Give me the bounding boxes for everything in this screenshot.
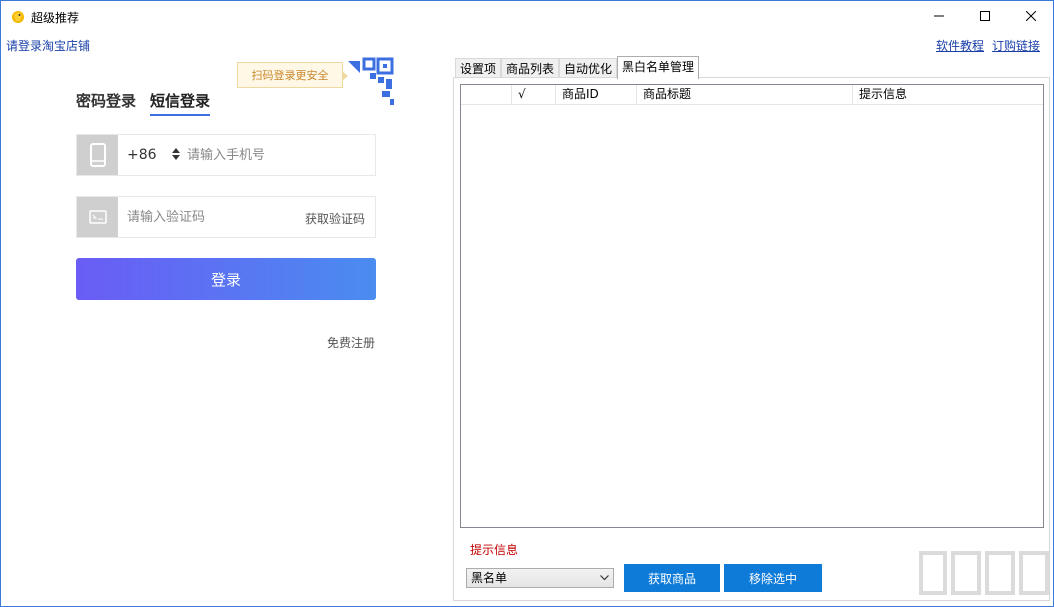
list-type-select[interactable]: 黑名单 [466, 568, 614, 588]
phone-input[interactable] [187, 144, 367, 166]
tab-blackwhite-list[interactable]: 黑白名单管理 [617, 56, 700, 79]
phone-icon [77, 135, 118, 175]
column-header-product-title[interactable]: 商品标题 [637, 85, 853, 105]
qr-code-icon[interactable] [344, 57, 396, 109]
login-hint-text: 请登录淘宝店铺 [6, 39, 91, 53]
product-table[interactable]: √ 商品ID 商品标题 提示信息 [460, 84, 1044, 528]
register-link[interactable]: 免费注册 [327, 334, 375, 351]
fetch-products-button[interactable]: 获取商品 [624, 564, 720, 592]
country-code-select[interactable]: +86 [127, 147, 157, 163]
watermark-logo-icon [919, 551, 1049, 595]
sms-code-input[interactable] [127, 206, 287, 228]
get-code-button[interactable]: 获取验证码 [305, 210, 365, 227]
message-icon [77, 197, 118, 237]
tab-sms-login[interactable]: 短信登录 [150, 90, 211, 116]
column-header-product-id[interactable]: 商品ID [556, 85, 637, 105]
maximize-button[interactable] [962, 1, 1008, 31]
tab-bar: 设置项 商品列表 自动优化 黑白名单管理 [455, 56, 700, 79]
maximize-icon [980, 11, 990, 21]
tab-panel: √ 商品ID 商品标题 提示信息 提示信息 黑名单 获取商品 移除选中 [453, 77, 1050, 601]
minimize-button[interactable] [916, 1, 962, 31]
tab-product-list[interactable]: 商品列表 [501, 58, 560, 78]
buy-link[interactable]: 订购链接 [992, 37, 1040, 54]
remove-selected-button[interactable]: 移除选中 [724, 564, 822, 592]
qr-login-tip: 扫码登录更安全 [237, 62, 348, 88]
tab-password-login[interactable]: 密码登录 [76, 90, 136, 111]
tutorial-link[interactable]: 软件教程 [936, 37, 984, 54]
chevron-down-icon [600, 575, 609, 581]
tab-settings[interactable]: 设置项 [455, 58, 502, 78]
list-type-value: 黑名单 [471, 571, 508, 585]
login-button[interactable]: 登录 [76, 258, 376, 300]
updown-arrows-icon[interactable] [172, 146, 180, 162]
sms-code-field: 获取验证码 [76, 196, 376, 238]
column-header-check[interactable]: √ [512, 85, 556, 105]
tab-auto-optimize[interactable]: 自动优化 [559, 58, 618, 78]
status-message: 提示信息 [470, 543, 519, 557]
column-header-blank[interactable] [461, 85, 512, 105]
app-logo-icon [12, 11, 24, 23]
table-header: √ 商品ID 商品标题 提示信息 [461, 85, 1043, 105]
column-header-message[interactable]: 提示信息 [853, 85, 1043, 105]
title-bar: 超级推荐 [1, 1, 1053, 32]
app-window: 超级推荐 请登录淘宝店铺 软件教程 订购链接 扫码登录更安全 密码登录 短信登录 [0, 0, 1054, 607]
close-icon [1026, 11, 1036, 21]
minimize-icon [934, 15, 944, 17]
window-title: 超级推荐 [31, 11, 80, 25]
close-button[interactable] [1008, 1, 1054, 31]
phone-field: +86 [76, 134, 376, 176]
